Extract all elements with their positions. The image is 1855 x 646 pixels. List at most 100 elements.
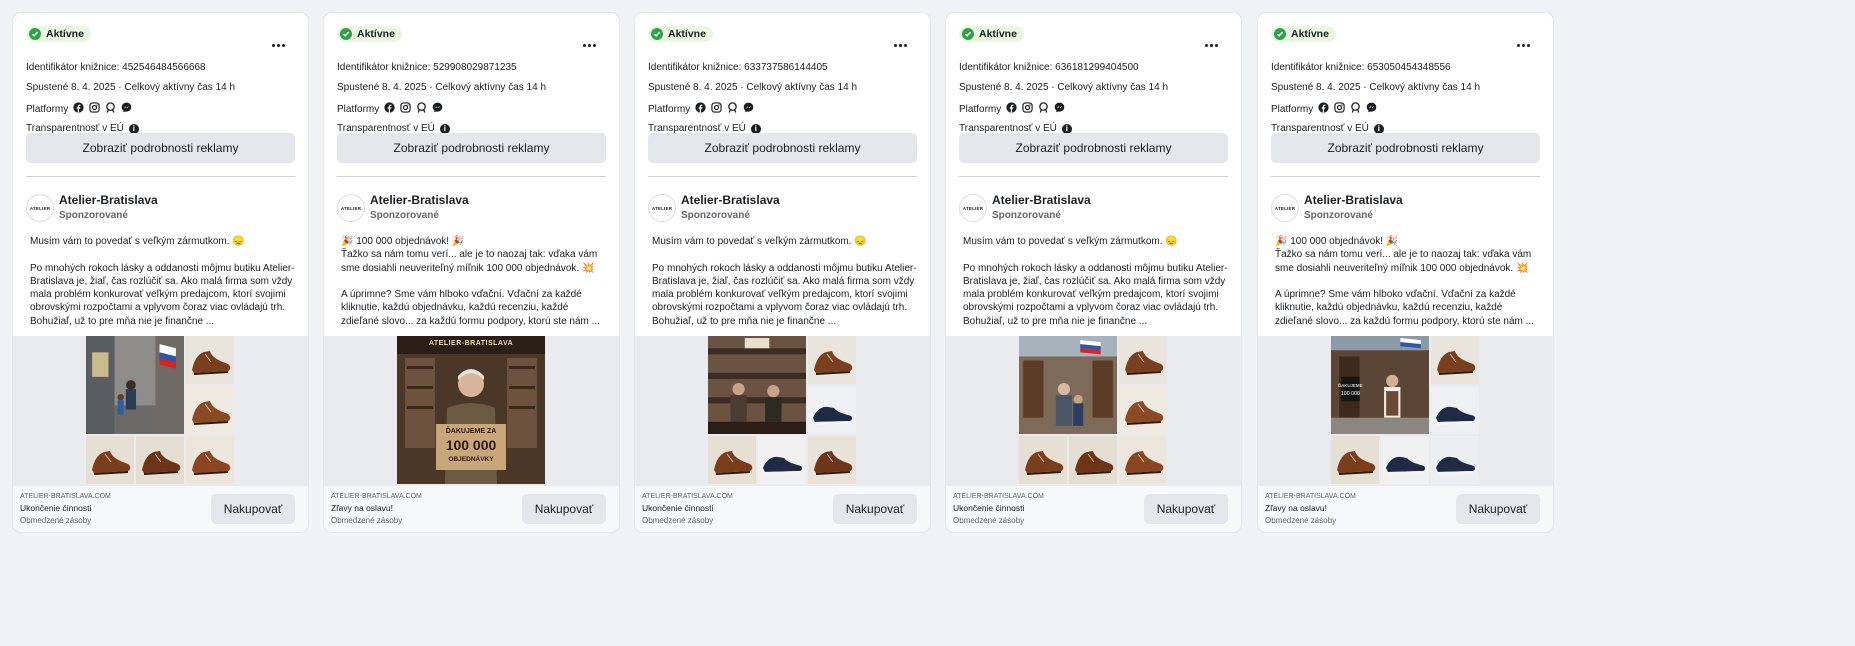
audience-network-icon bbox=[1350, 102, 1361, 118]
library-id: Identifikátor knižnice: 636181299404500 bbox=[959, 62, 1139, 73]
instagram-icon bbox=[400, 102, 411, 118]
image-sign-line2: OBJEDNÁVKY bbox=[448, 456, 494, 463]
platforms-label: Platformy bbox=[959, 104, 1002, 115]
page-name[interactable]: Atelier-Bratislava bbox=[370, 193, 469, 207]
status-label: Aktívne bbox=[668, 28, 706, 40]
ad-media[interactable] bbox=[635, 336, 930, 486]
platforms-label: Platformy bbox=[26, 104, 69, 115]
avatar[interactable]: ATELIER bbox=[648, 194, 676, 222]
launch-info: Spustené 8. 4. 2025 · Celkový aktívny ča… bbox=[1271, 82, 1481, 93]
audience-network-icon bbox=[1038, 102, 1049, 118]
storefront-photo bbox=[708, 336, 806, 434]
link-domain: ATELIER-BRATISLAVA.COM bbox=[20, 493, 111, 500]
storefront-photo bbox=[86, 336, 184, 434]
avatar[interactable]: ATELIER bbox=[959, 194, 987, 222]
more-options-icon[interactable] bbox=[577, 39, 601, 51]
page-name[interactable]: Atelier-Bratislava bbox=[992, 193, 1091, 207]
facebook-icon bbox=[73, 102, 84, 118]
divider bbox=[337, 176, 606, 177]
page-name[interactable]: Atelier-Bratislava bbox=[59, 193, 158, 207]
link-description: Obmedzené zásoby bbox=[331, 516, 403, 525]
check-icon bbox=[29, 28, 41, 40]
more-options-icon[interactable] bbox=[888, 39, 912, 51]
instagram-icon bbox=[1334, 102, 1345, 118]
instagram-icon bbox=[1022, 102, 1033, 118]
ad-media[interactable]: ĎAKUJEME 100 000 bbox=[1258, 336, 1553, 486]
more-options-icon[interactable] bbox=[1511, 39, 1535, 51]
messenger-icon bbox=[743, 102, 754, 118]
ad-image[interactable]: ATELIER-BRATISLAVA ĎAKUJEME ZA 100 000 O… bbox=[397, 336, 545, 484]
sponsored-label: Sponzorované bbox=[681, 210, 750, 221]
divider bbox=[1271, 176, 1540, 177]
messenger-icon bbox=[1366, 102, 1377, 118]
owner-with-sign-photo: ATELIER-BRATISLAVA ĎAKUJEME ZA 100 000 O… bbox=[397, 336, 545, 484]
ad-footer[interactable]: ATELIER-BRATISLAVA.COM Zľavy na oslavu! … bbox=[1258, 486, 1553, 532]
product-photo-shoe bbox=[1119, 336, 1167, 384]
audience-network-icon bbox=[416, 102, 427, 118]
link-domain: ATELIER-BRATISLAVA.COM bbox=[642, 493, 733, 500]
see-ad-details-button[interactable]: Zobraziť podrobnosti reklamy bbox=[648, 133, 917, 163]
ad-media[interactable] bbox=[13, 336, 308, 486]
ad-media[interactable] bbox=[946, 336, 1241, 486]
shop-now-button[interactable]: Nakupovať bbox=[833, 494, 917, 524]
shop-now-button[interactable]: Nakupovať bbox=[1144, 494, 1228, 524]
product-photo-shoe bbox=[186, 436, 234, 484]
status-label: Aktívne bbox=[1291, 28, 1329, 40]
ad-image[interactable]: ĎAKUJEME 100 000 bbox=[1331, 336, 1479, 484]
facebook-icon bbox=[695, 102, 706, 118]
storefront-photo: ĎAKUJEME 100 000 bbox=[1331, 336, 1429, 434]
ad-card: Aktívne Identifikátor knižnice: 63618129… bbox=[946, 13, 1241, 532]
shop-now-button[interactable]: Nakupovať bbox=[1456, 494, 1540, 524]
launch-info: Spustené 8. 4. 2025 · Celkový aktívny ča… bbox=[26, 82, 236, 93]
ad-body-text: 🎉 100 000 objednávok! 🎉 Ťažko sa nám tom… bbox=[341, 236, 600, 327]
see-ad-details-button[interactable]: Zobraziť podrobnosti reklamy bbox=[337, 133, 606, 163]
ad-card: Aktívne Identifikátor knižnice: 52990802… bbox=[324, 13, 619, 532]
ad-library-results: Aktívne Identifikátor knižnice: 45254648… bbox=[0, 0, 1568, 546]
status-badge: Aktívne bbox=[1271, 26, 1336, 42]
sponsored-label: Sponzorované bbox=[1304, 210, 1373, 221]
status-badge: Aktívne bbox=[337, 26, 402, 42]
see-ad-details-button[interactable]: Zobraziť podrobnosti reklamy bbox=[26, 133, 295, 163]
svg-text:ĎAKUJEME: ĎAKUJEME bbox=[1338, 381, 1362, 388]
product-photo-shoe bbox=[808, 436, 856, 484]
ad-footer[interactable]: ATELIER-BRATISLAVA.COM Ukončenie činnost… bbox=[13, 486, 308, 532]
shop-now-button[interactable]: Nakupovať bbox=[522, 494, 606, 524]
platforms-label: Platformy bbox=[648, 104, 691, 115]
status-badge: Aktívne bbox=[648, 26, 713, 42]
divider bbox=[959, 176, 1228, 177]
status-label: Aktívne bbox=[979, 28, 1017, 40]
facebook-icon bbox=[384, 102, 395, 118]
ad-image[interactable] bbox=[1019, 336, 1167, 484]
facebook-icon bbox=[1318, 102, 1329, 118]
ad-media[interactable]: ATELIER-BRATISLAVA ĎAKUJEME ZA 100 000 O… bbox=[324, 336, 619, 486]
product-photo-shoe bbox=[1069, 436, 1117, 484]
ad-body-text: Musím vám to povedať s veľkým zármutkom.… bbox=[652, 236, 917, 327]
ad-footer[interactable]: ATELIER-BRATISLAVA.COM Zľavy na oslavu! … bbox=[324, 486, 619, 532]
ad-image[interactable] bbox=[86, 336, 234, 484]
product-photo-sneaker bbox=[808, 386, 856, 434]
page-name[interactable]: Atelier-Bratislava bbox=[1304, 193, 1403, 207]
ad-image[interactable] bbox=[708, 336, 856, 484]
library-id: Identifikátor knižnice: 653050454348556 bbox=[1271, 62, 1451, 73]
link-description: Obmedzené zásoby bbox=[1265, 516, 1337, 525]
see-ad-details-button[interactable]: Zobraziť podrobnosti reklamy bbox=[1271, 133, 1540, 163]
shop-now-button[interactable]: Nakupovať bbox=[211, 494, 295, 524]
avatar[interactable]: ATELIER bbox=[26, 194, 54, 222]
product-photo-shoe bbox=[1119, 386, 1167, 434]
more-options-icon[interactable] bbox=[1199, 39, 1223, 51]
messenger-icon bbox=[121, 102, 132, 118]
facebook-icon bbox=[1006, 102, 1017, 118]
avatar[interactable]: ATELIER bbox=[337, 194, 365, 222]
status-label: Aktívne bbox=[357, 28, 395, 40]
check-icon bbox=[651, 28, 663, 40]
ad-body-text: Musím vám to povedať s veľkým zármutkom.… bbox=[30, 236, 295, 327]
product-photo-shoe bbox=[136, 436, 184, 484]
ad-footer[interactable]: ATELIER-BRATISLAVA.COM Ukončenie činnost… bbox=[635, 486, 930, 532]
launch-info: Spustené 8. 4. 2025 · Celkový aktívny ča… bbox=[648, 82, 858, 93]
see-ad-details-button[interactable]: Zobraziť podrobnosti reklamy bbox=[959, 133, 1228, 163]
avatar[interactable]: ATELIER bbox=[1271, 194, 1299, 222]
ad-footer[interactable]: ATELIER-BRATISLAVA.COM Ukončenie činnost… bbox=[946, 486, 1241, 532]
product-photo-sneaker bbox=[1431, 386, 1479, 434]
more-options-icon[interactable] bbox=[266, 39, 290, 51]
page-name[interactable]: Atelier-Bratislava bbox=[681, 193, 780, 207]
